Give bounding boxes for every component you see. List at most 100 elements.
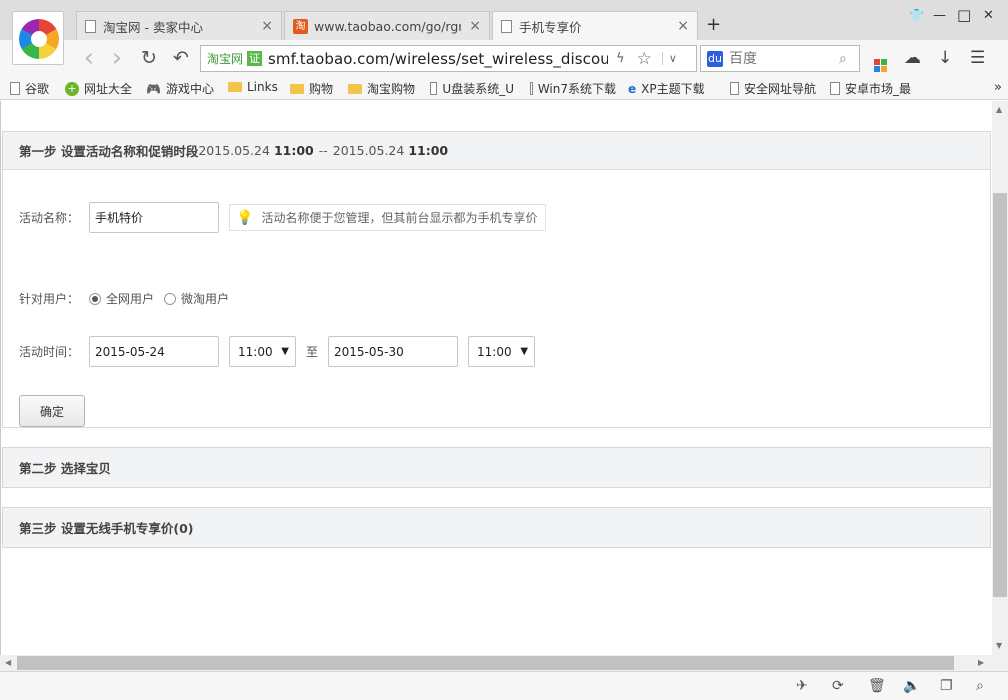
- date-separator: --: [318, 143, 328, 158]
- maximize-button[interactable]: □: [957, 6, 971, 24]
- activity-time-label: 活动时间：: [19, 345, 80, 359]
- apps-grid-icon[interactable]: [874, 50, 887, 72]
- end-time-select[interactable]: 11:00 ▼: [468, 336, 536, 367]
- download-icon[interactable]: ↓: [938, 48, 952, 68]
- radio-weitao-users[interactable]: 微淘用户: [164, 290, 229, 307]
- start-time-select[interactable]: 11:00 ▼: [229, 336, 296, 367]
- search-icon[interactable]: ⌕: [839, 51, 847, 67]
- close-window-button[interactable]: ✕: [983, 8, 994, 23]
- step3-panel[interactable]: 第三步 设置无线手机专享价(0): [2, 507, 991, 548]
- chevron-down-icon[interactable]: ∨: [661, 52, 677, 65]
- search-box[interactable]: du ⌕: [700, 45, 860, 72]
- tab-title: 淘宝网 - 卖家中心: [103, 19, 203, 35]
- tab-mobile-price[interactable]: 手机专享价 ×: [492, 11, 698, 40]
- gamepad-icon: 🎮: [146, 81, 161, 96]
- scrollbar-corner: [992, 655, 1008, 671]
- zoom-icon[interactable]: ⌕: [976, 678, 984, 694]
- refresh-page-icon[interactable]: ⟳: [832, 678, 844, 694]
- back-button[interactable]: ‹: [78, 45, 100, 71]
- bookmark-label: 谷歌: [25, 82, 50, 96]
- name-tip: 💡 活动名称便于您管理，但其前台显示都为手机专享价: [229, 204, 547, 231]
- taobao-icon: 淘: [293, 18, 308, 34]
- tab-close-icon[interactable]: ×: [677, 18, 689, 34]
- window-icon[interactable]: ❐: [940, 678, 953, 694]
- address-bar[interactable]: 淘宝网 证 smf.taobao.com/wireless/set_wirele…: [200, 45, 697, 72]
- url-text[interactable]: smf.taobao.com/wireless/set_wireless_dis…: [268, 50, 608, 68]
- caret-down-icon: ▼: [520, 346, 529, 357]
- bookmark-item[interactable]: 安全网址导航: [730, 80, 816, 97]
- trash-icon[interactable]: 🗑: [868, 678, 886, 694]
- step2-panel[interactable]: 第二步 选择宝贝: [2, 447, 991, 488]
- activity-time-row: 活动时间： 2015-05-24 11:00 ▼ 至 2015-05-30 11…: [19, 336, 536, 367]
- cloud-icon[interactable]: ☁: [904, 48, 921, 68]
- step1-title: 第一步 设置活动名称和促销时段: [19, 144, 199, 159]
- vertical-scrollbar[interactable]: ▲ ▼: [992, 101, 1008, 655]
- pin-icon[interactable]: ✈: [796, 678, 808, 694]
- tab-close-icon[interactable]: ×: [261, 18, 273, 34]
- target-users-row: 针对用户： 全网用户 微淘用户: [19, 290, 239, 307]
- start-date-input[interactable]: 2015-05-24: [89, 336, 219, 367]
- tab-seller-center[interactable]: 淘宝网 - 卖家中心 ×: [76, 11, 282, 40]
- radio-all-users[interactable]: 全网用户: [89, 290, 154, 307]
- end-date-input[interactable]: 2015-05-30: [328, 336, 459, 367]
- lightning-icon[interactable]: ϟ: [616, 51, 625, 66]
- step3-title: 第三步 设置无线手机专享价(0): [19, 521, 194, 536]
- search-input[interactable]: [729, 50, 839, 67]
- new-tab-button[interactable]: +: [706, 14, 721, 35]
- bookmark-item[interactable]: U盘装系统_U: [430, 80, 514, 97]
- step3-header[interactable]: 第三步 设置无线手机专享价(0): [3, 508, 990, 547]
- skin-icon[interactable]: 👕: [909, 8, 924, 22]
- scroll-left-icon[interactable]: ◀: [5, 658, 11, 667]
- step1-header: 第一步 设置活动名称和促销时段 2015.05.24 11:00 -- 2015…: [3, 132, 990, 170]
- tab-close-icon[interactable]: ×: [469, 18, 481, 34]
- radio-label: 微淘用户: [181, 292, 230, 306]
- browser-logo-icon[interactable]: [12, 11, 64, 65]
- end-time-value: 11:00: [477, 344, 512, 359]
- activity-name-input[interactable]: 手机特价: [89, 202, 219, 233]
- bookmark-item[interactable]: 购物: [290, 80, 333, 97]
- step1-panel: 第一步 设置活动名称和促销时段 2015.05.24 11:00 -- 2015…: [2, 131, 991, 428]
- reload-button[interactable]: ↻: [138, 47, 160, 69]
- scroll-right-icon[interactable]: ▶: [978, 658, 984, 667]
- radio-dot[interactable]: [89, 292, 101, 305]
- bookmark-item[interactable]: 谷歌: [10, 80, 49, 97]
- bookmark-label: Links: [247, 80, 278, 94]
- end-time: 11:00: [408, 143, 449, 158]
- lightbulb-icon: 💡: [236, 209, 254, 226]
- scroll-up-icon[interactable]: ▲: [996, 105, 1002, 114]
- forward-button[interactable]: ›: [106, 45, 128, 71]
- radio-dot[interactable]: [164, 292, 177, 305]
- bookmarks-more-icon[interactable]: »: [994, 80, 1002, 95]
- bookmark-item[interactable]: 安卓市场_最: [830, 80, 918, 97]
- bookmark-item[interactable]: 淘宝购物: [348, 80, 415, 97]
- horizontal-scroll-thumb[interactable]: [17, 656, 954, 670]
- bookmark-item[interactable]: + 网址大全: [65, 80, 132, 97]
- verified-badge-icon[interactable]: 证: [247, 51, 263, 66]
- minimize-button[interactable]: —: [933, 8, 946, 23]
- page-icon: [85, 19, 96, 33]
- start-time: 11:00: [273, 143, 314, 158]
- vertical-scroll-thumb[interactable]: [993, 193, 1007, 597]
- star-bookmark-icon[interactable]: ☆: [637, 49, 652, 69]
- bookmarks-bar: 谷歌 + 网址大全 🎮 游戏中心 Links 购物 淘宝购物 U盘装系统_U Win…: [0, 76, 1008, 100]
- page-content: 第一步 设置活动名称和促销时段 2015.05.24 11:00 -- 2015…: [0, 101, 992, 655]
- bookmark-item[interactable]: Win7系统下载: [530, 80, 616, 97]
- baidu-icon[interactable]: du: [707, 50, 723, 67]
- bookmark-item[interactable]: e XP主题下载: [628, 80, 714, 97]
- title-bar: 淘宝网 - 卖家中心 × 淘 www.taobao.com/go/rgn/ × …: [0, 0, 1008, 65]
- undo-close-button[interactable]: ↶: [170, 47, 192, 69]
- caret-down-icon: ▼: [281, 346, 289, 357]
- bookmark-label: 购物: [309, 82, 334, 96]
- bookmark-item[interactable]: Links: [228, 80, 278, 94]
- tab-title: 手机专享价: [519, 19, 582, 35]
- menu-icon[interactable]: ☰: [970, 48, 985, 68]
- bookmark-label: 淘宝购物: [367, 82, 416, 96]
- page-icon: [730, 82, 739, 95]
- tab-taobao-go[interactable]: 淘 www.taobao.com/go/rgn/ ×: [284, 11, 490, 40]
- volume-icon[interactable]: 🔈: [903, 678, 920, 694]
- bookmark-item[interactable]: 🎮 游戏中心: [146, 80, 214, 97]
- step2-header[interactable]: 第二步 选择宝贝: [3, 448, 990, 487]
- horizontal-scrollbar[interactable]: ◀ ▶: [0, 655, 992, 671]
- scroll-down-icon[interactable]: ▼: [996, 641, 1002, 650]
- confirm-button[interactable]: 确定: [19, 395, 85, 427]
